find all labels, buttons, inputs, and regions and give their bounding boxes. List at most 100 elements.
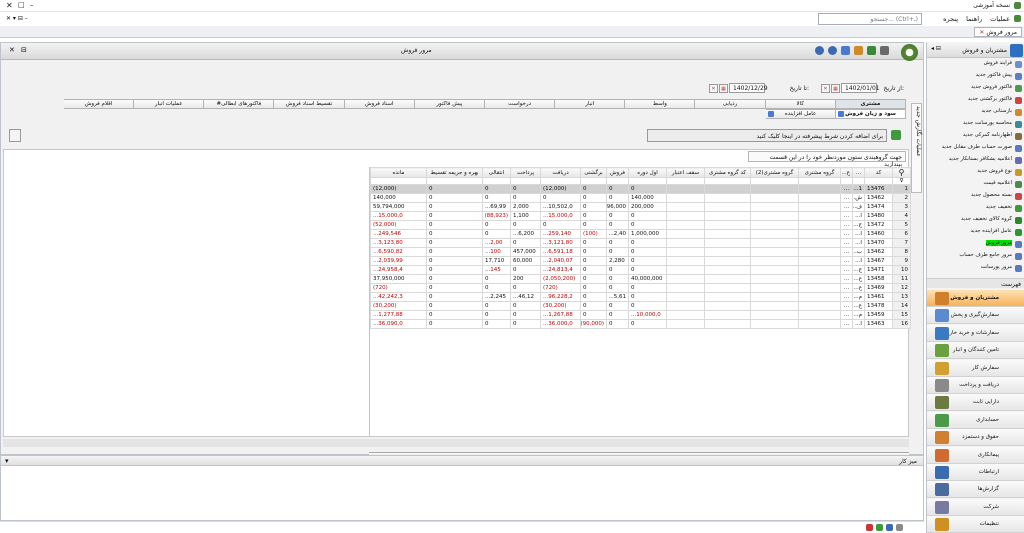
table-row[interactable]: 4 13480 ا...... 0 0 0 15,000,0... 1,100 (88,923)… bbox=[370, 211, 911, 221]
column-header[interactable]: کد bbox=[864, 167, 893, 178]
group-by-panel[interactable]: جهت گروهبندی ستون موردنظر خود را در این … bbox=[748, 151, 906, 168]
filter-cell[interactable] bbox=[370, 177, 427, 185]
column-header[interactable]: پرداخت bbox=[510, 167, 541, 178]
column-header[interactable]: انتقالی bbox=[482, 167, 511, 178]
info-icon[interactable] bbox=[828, 46, 837, 55]
maximize-icon[interactable]: □ bbox=[18, 1, 25, 9]
tab-sales-items[interactable]: اقلام فروش bbox=[63, 99, 135, 109]
column-header[interactable]: اول دوره bbox=[628, 167, 667, 178]
filter-cell[interactable] bbox=[580, 177, 607, 185]
column-header[interactable]: ع... bbox=[840, 167, 853, 178]
tab-installments[interactable]: تقسیط اسناد فروش bbox=[274, 99, 345, 109]
module-category[interactable]: سفارشات و خرید خارجی bbox=[927, 324, 1024, 342]
minimize-icon[interactable]: – bbox=[30, 1, 34, 9]
table-row[interactable]: 8 13462 ب...... 0 0 0 6,591,18... 457,000 100...… bbox=[370, 247, 911, 257]
calendar-icon[interactable]: ▦ bbox=[719, 84, 728, 93]
column-header[interactable]: بهره و جریمه تقسیط bbox=[426, 167, 483, 178]
calendar-icon[interactable]: ▦ bbox=[831, 84, 840, 93]
advanced-condition-link[interactable]: برای اضافه کردن شرط پیشرفته در اینجا کلی… bbox=[647, 129, 887, 142]
condition-menu-button[interactable] bbox=[9, 129, 21, 142]
module-category[interactable]: حسابداری bbox=[927, 411, 1024, 429]
table-row[interactable]: 16 13463 ا...... 0 0 (90,000) 36,000,0... 0 0 0 36… bbox=[370, 319, 911, 329]
menu-help[interactable]: راهنما bbox=[966, 15, 982, 23]
pin-icon[interactable]: ◂ ⊟ bbox=[931, 45, 941, 52]
nav-item[interactable]: صورت حساب طرف مقابل جدید bbox=[929, 144, 1023, 153]
tab-customer[interactable]: مشتری bbox=[835, 99, 906, 109]
tab-void-invoices[interactable]: #فاکتورهای ابطالی bbox=[204, 99, 275, 109]
tab-proforma[interactable]: پیش فاکتور bbox=[414, 99, 485, 109]
nav-item[interactable]: فاکتور برگشتی جدید bbox=[929, 96, 1023, 105]
clear-date-icon[interactable]: ✕ bbox=[709, 84, 718, 93]
menu-operations[interactable]: عملیات bbox=[990, 15, 1010, 23]
nav-item[interactable]: پیش فاکتور جدید bbox=[929, 72, 1023, 81]
module-category[interactable]: گزارش‌ها bbox=[927, 481, 1024, 499]
nav-item[interactable]: اعلامیه قیمت bbox=[929, 180, 1023, 189]
module-category[interactable]: شرکت bbox=[927, 498, 1024, 516]
filter-cell[interactable] bbox=[426, 177, 483, 185]
column-header[interactable]: برگشتی bbox=[580, 167, 607, 178]
module-category[interactable]: مشتریان و فروش bbox=[927, 290, 1024, 307]
nav-item[interactable]: اعلامیه بشکافر بستانکار جدید bbox=[929, 156, 1023, 165]
nav-item[interactable]: مرور جامع طرف حساب bbox=[929, 252, 1023, 261]
filter-row-icon[interactable]: ⊽ bbox=[892, 177, 911, 185]
to-date-field[interactable]: 1402/12/29 bbox=[729, 83, 768, 93]
filter-cell[interactable] bbox=[540, 177, 581, 185]
nav-item[interactable]: اظهارنامه گمرکی جدید bbox=[929, 132, 1023, 141]
module-category[interactable]: پیمانکاری bbox=[927, 446, 1024, 464]
table-row[interactable]: 7 13470 ا...... 0 0 0 3,121,80... 0 2,00... 0 3,12… bbox=[370, 238, 911, 248]
close-icon[interactable]: ✕ bbox=[6, 1, 13, 10]
tab-broker[interactable]: واسط bbox=[625, 99, 696, 109]
column-header[interactable]: گروه مشتری(2) bbox=[750, 167, 799, 178]
filter-cell[interactable] bbox=[704, 177, 751, 185]
table-row[interactable]: 9 13467 ا...... 0 2,280 0 2,040,07... 60,000 17,… bbox=[370, 256, 911, 266]
nav-item[interactable]: عامل افزاینده جدید bbox=[929, 228, 1023, 237]
vertical-side-tab[interactable]: عملیات نگارش جدید bbox=[911, 103, 922, 193]
tab-profit-loss[interactable]: سود و زیان فروش bbox=[836, 109, 906, 119]
tab-increasing-factor[interactable]: عامل افزاینده bbox=[766, 109, 836, 119]
add-condition-icon[interactable] bbox=[891, 130, 901, 140]
table-row[interactable]: 213462ش......140,000000000140,000 bbox=[370, 193, 911, 203]
nav-item[interactable]: بازستانی جدید bbox=[929, 108, 1023, 117]
column-header[interactable]: گروه مشتری bbox=[798, 167, 841, 178]
table-row[interactable]: 11 13458 ع...... 40,000,000 0 0 (2,050,200) 200… bbox=[370, 274, 911, 284]
print-icon[interactable] bbox=[880, 46, 889, 55]
filter-cell[interactable] bbox=[666, 177, 705, 185]
nav-item[interactable]: تخفیف جدید bbox=[929, 204, 1023, 213]
filter-cell[interactable] bbox=[840, 177, 853, 185]
settings-icon[interactable] bbox=[841, 46, 850, 55]
from-date-field[interactable]: 1402/01/01 bbox=[841, 83, 880, 93]
filter-cell[interactable] bbox=[798, 177, 841, 185]
grid-view-icon[interactable] bbox=[886, 524, 893, 531]
column-header[interactable]: کد گروه مشتری bbox=[704, 167, 751, 178]
column-header[interactable]: ... bbox=[852, 167, 865, 178]
search-input[interactable]: جستجو... (Ctrl+ـ) bbox=[818, 13, 922, 25]
filter-cell[interactable] bbox=[482, 177, 511, 185]
table-row[interactable]: 15 13459 م...... 10,000,0... 0 0 1,267,88... 0 0… bbox=[370, 310, 911, 320]
table-row[interactable]: 1 13476 1...... 0 0 0 (12,000) 0 0 0 (12,000) bbox=[370, 184, 911, 194]
filter-cell[interactable] bbox=[628, 177, 667, 185]
tab-warehouse-ops[interactable]: عملیات انبار bbox=[134, 99, 205, 109]
filter-cell[interactable] bbox=[852, 177, 865, 185]
export-icon[interactable] bbox=[854, 46, 863, 55]
filter-cell[interactable] bbox=[750, 177, 799, 185]
filter-cell[interactable] bbox=[864, 177, 893, 185]
table-row[interactable]: 6 13460 ا...... 1,000,000 2,40... (100) 259,14… bbox=[370, 229, 911, 239]
column-header[interactable]: مانده bbox=[370, 167, 427, 178]
confirm-icon[interactable] bbox=[876, 524, 883, 531]
module-category[interactable]: دریافت و پرداخت bbox=[927, 377, 1024, 394]
table-filter-row[interactable]: ⊽ bbox=[370, 177, 911, 185]
module-category[interactable]: ارتباطات bbox=[927, 464, 1024, 481]
tab-warehouse[interactable]: انبار bbox=[555, 99, 626, 109]
module-category[interactable]: دارایی ثابت bbox=[927, 394, 1024, 412]
open-form-tab[interactable]: ✕ مرور فروش bbox=[974, 27, 1022, 37]
window-controls[interactable]: ✕ ▾ ⊟ – bbox=[6, 15, 28, 22]
nav-item[interactable]: فاکتور فروش جدید bbox=[929, 84, 1023, 93]
nav-item[interactable]: بسته محصول جدید bbox=[929, 192, 1023, 201]
table-row[interactable]: 12 13469 ع...... 0 0 0 (720) 0 0 0 (720) bbox=[370, 283, 911, 293]
nav-item[interactable]: مرور پورسانت bbox=[929, 264, 1023, 273]
tab-tracking[interactable]: ردیابی bbox=[695, 99, 766, 109]
nav-item[interactable]: نوع فروش جدید bbox=[929, 168, 1023, 177]
tab-request[interactable]: درخواست bbox=[484, 99, 556, 109]
module-category[interactable]: تنظیمات bbox=[927, 516, 1024, 533]
pin-icon[interactable]: ⊟ bbox=[21, 46, 27, 54]
